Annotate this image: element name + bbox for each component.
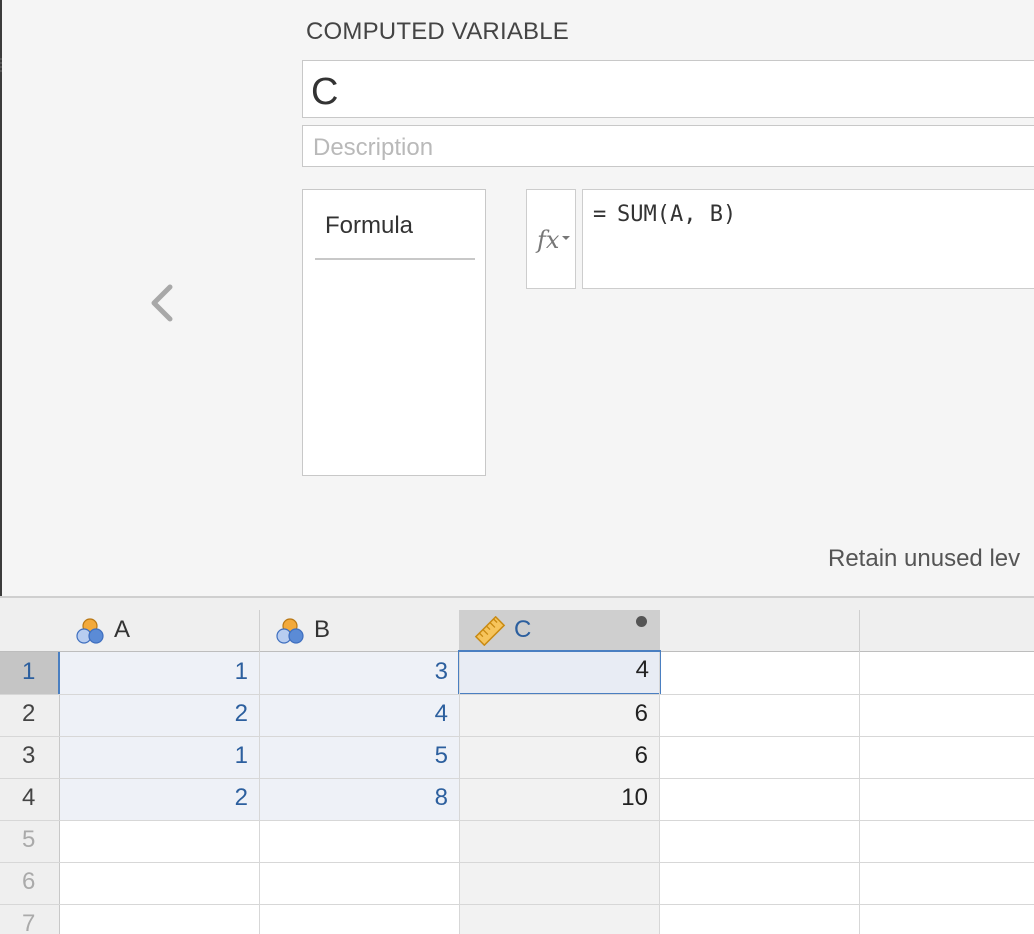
grid-line [0, 694, 1034, 695]
table-cell[interactable]: 2 [60, 694, 260, 736]
table-cell[interactable]: 1 [60, 652, 260, 694]
resize-handle[interactable] [0, 58, 5, 72]
window-left-border [0, 0, 2, 596]
nominal-variable-icon [274, 616, 306, 646]
formula-editor[interactable]: = SUM(A, B) [582, 189, 1034, 289]
variable-name-field[interactable] [302, 60, 1034, 118]
column-header-empty[interactable] [660, 610, 860, 652]
table-cell[interactable]: 6 [460, 736, 660, 778]
formula-tab-label: Formula [325, 212, 414, 239]
table-cell[interactable]: 8 [260, 778, 460, 820]
row-number[interactable]: 2 [0, 694, 60, 736]
column-name: A [114, 616, 131, 643]
panel-title: COMPUTED VARIABLE [306, 18, 570, 45]
row-number[interactable]: 7 [0, 904, 60, 934]
column-name: C [514, 616, 532, 643]
formula-list: Formula [302, 189, 486, 476]
function-menu-button[interactable]: fx [526, 189, 576, 289]
row-number[interactable]: 6 [0, 862, 60, 904]
table-cell[interactable]: 1 [60, 736, 260, 778]
row-number[interactable]: 1 [0, 652, 60, 694]
formula-equals: = [593, 202, 607, 227]
table-cell[interactable]: 10 [460, 778, 660, 820]
grid-line [0, 736, 1034, 737]
table-cell[interactable]: 6 [460, 694, 660, 736]
table-cell[interactable]: 3 [260, 652, 460, 694]
row-number[interactable]: 3 [0, 736, 60, 778]
computed-column-empty [460, 820, 660, 934]
spreadsheet: A B C 1 2 3 4 5 6 7 1 3 4 2 4 6 1 5 6 2 … [0, 596, 1034, 934]
row-number[interactable]: 4 [0, 778, 60, 820]
grid-line [0, 862, 1034, 863]
column-header-c[interactable]: C [460, 610, 660, 652]
column-header-b[interactable]: B [260, 610, 460, 652]
formula-tab[interactable]: Formula [315, 212, 475, 260]
nominal-variable-icon [74, 616, 106, 646]
fx-icon: fx [537, 226, 560, 254]
column-header-a[interactable]: A [60, 610, 260, 652]
table-cell[interactable]: 5 [260, 736, 460, 778]
selected-cell[interactable]: 4 [458, 650, 661, 695]
grid-line [0, 820, 1034, 821]
column-name: B [314, 616, 331, 643]
grid-line [0, 904, 1034, 905]
dropdown-caret-icon [562, 236, 570, 240]
formula-expression[interactable]: SUM(A, B) [617, 202, 736, 227]
back-chevron-icon[interactable] [146, 283, 176, 323]
continuous-ruler-icon [474, 615, 506, 647]
description-field[interactable] [302, 125, 1034, 167]
modified-indicator [636, 616, 647, 627]
table-cell[interactable]: 2 [60, 778, 260, 820]
grid-line [0, 778, 1034, 779]
table-cell[interactable]: 4 [260, 694, 460, 736]
row-number[interactable]: 5 [0, 820, 60, 862]
retain-unused-levels-label[interactable]: Retain unused lev [828, 545, 1020, 573]
